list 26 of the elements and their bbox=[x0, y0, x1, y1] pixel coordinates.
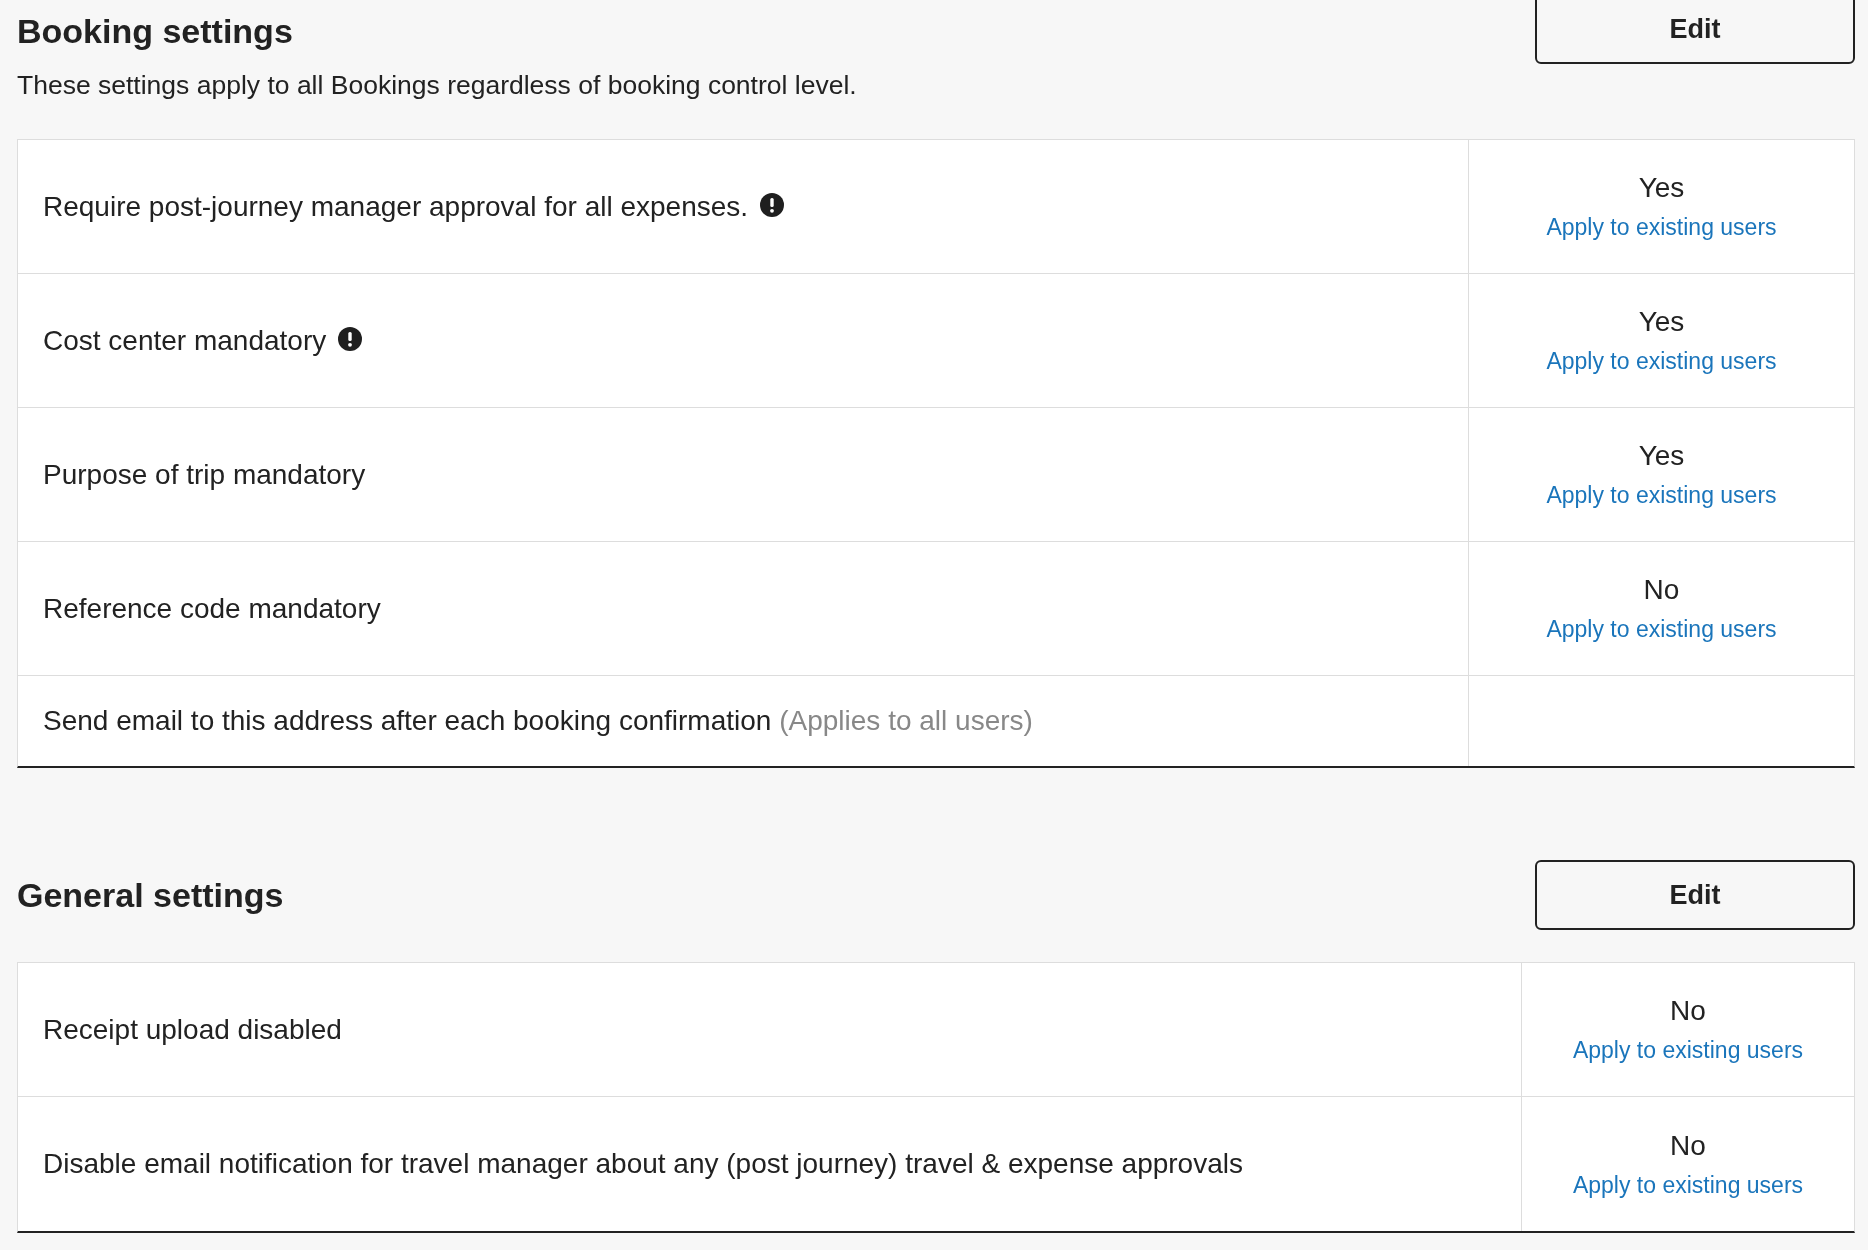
info-icon bbox=[338, 326, 363, 351]
setting-value: No bbox=[1643, 574, 1680, 606]
section-description: These settings apply to all Bookings regardless of booking control level. bbox=[17, 70, 858, 101]
apply-link[interactable]: Apply to existing users bbox=[1546, 348, 1777, 375]
apply-link[interactable]: Apply to existing users bbox=[1572, 1037, 1804, 1064]
section-title: Booking settings bbox=[17, 11, 293, 51]
setting-value: Yes bbox=[1638, 440, 1685, 472]
setting-value: No bbox=[1670, 1129, 1706, 1162]
setting-label: Reference code mandatory bbox=[43, 592, 381, 625]
apply-link[interactable]: Apply to existing users bbox=[1546, 214, 1777, 241]
apply-link[interactable]: Apply to existing users bbox=[1572, 1171, 1804, 1199]
section-title: General settings bbox=[17, 875, 284, 915]
setting-value: Yes bbox=[1638, 306, 1685, 338]
setting-label: Send email to this address after each booking confirmation (Applies to all users) bbox=[43, 705, 1033, 737]
setting-value: No bbox=[1670, 995, 1706, 1027]
setting-value: Yes bbox=[1638, 172, 1685, 204]
setting-label: Purpose of trip mandatory bbox=[43, 458, 366, 491]
setting-label: Disable email notification for travel manager about any (post journey) travel & expense approvals bbox=[43, 1148, 1243, 1180]
apply-link[interactable]: Apply to existing users bbox=[1546, 482, 1777, 509]
setting-label: Require post-journey manager approval for all expenses. bbox=[43, 190, 749, 223]
edit-button[interactable]: Edit bbox=[1535, 0, 1855, 64]
info-icon bbox=[760, 192, 785, 217]
setting-label: Receipt upload disabled bbox=[43, 1013, 342, 1046]
edit-button[interactable]: Edit bbox=[1535, 860, 1855, 930]
apply-link[interactable]: Apply to existing users bbox=[1546, 616, 1777, 643]
setting-label: Cost center mandatory bbox=[43, 324, 327, 357]
